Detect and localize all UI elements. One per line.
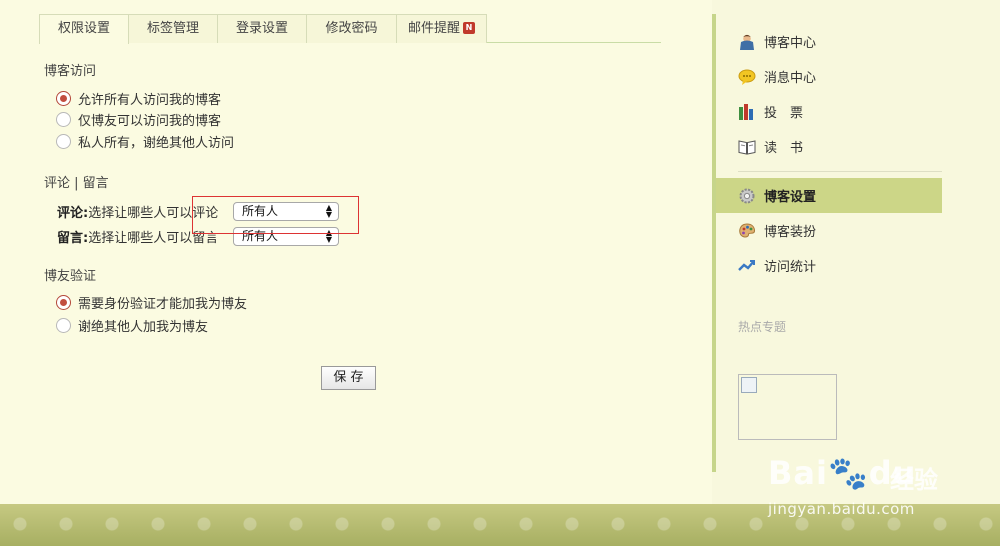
radio-option-allow-all[interactable]: 允许所有人访问我的博客 bbox=[56, 89, 222, 108]
broken-image-icon bbox=[741, 377, 757, 393]
radio-label: 需要身份验证才能加我为博友 bbox=[78, 296, 248, 312]
tab-change-password[interactable]: 修改密码 bbox=[307, 14, 397, 43]
new-badge: N bbox=[463, 21, 475, 34]
watermark-url: jingyan.baidu.com bbox=[768, 500, 915, 518]
person-icon bbox=[738, 33, 756, 51]
palette-icon bbox=[738, 222, 756, 240]
radio-button[interactable] bbox=[56, 90, 71, 106]
tab-label: 标签管理 bbox=[146, 21, 199, 36]
chat-bubble-icon bbox=[738, 68, 756, 86]
radio-option-refuse-friends[interactable]: 谢绝其他人加我为博友 bbox=[56, 316, 209, 335]
section-title-blog-access: 博客访问 bbox=[44, 64, 97, 79]
sidebar-item-label: 博客设置 bbox=[764, 190, 817, 205]
tab-label: 权限设置 bbox=[57, 21, 110, 36]
watermark-cn: 经验 bbox=[890, 466, 938, 494]
sidebar-item-label: 读 书 bbox=[764, 141, 804, 156]
sidebar-item-label: 博客装扮 bbox=[764, 225, 817, 240]
comment-label: 评论: bbox=[57, 205, 89, 221]
sidebar-item-blog-settings[interactable]: 博客设置 bbox=[716, 178, 942, 213]
radio-label: 允许所有人访问我的博客 bbox=[78, 92, 222, 108]
radio-label: 私人所有，谢绝其他人访问 bbox=[78, 135, 235, 151]
radio-label: 谢绝其他人加我为博友 bbox=[78, 319, 209, 335]
radio-button[interactable] bbox=[56, 133, 71, 149]
tab-label: 登录设置 bbox=[235, 21, 288, 36]
sidebar-item-blog-decoration[interactable]: 博客装扮 bbox=[716, 213, 942, 248]
broken-image-placeholder[interactable] bbox=[738, 374, 837, 440]
radio-option-friends-only[interactable]: 仅博友可以访问我的博客 bbox=[56, 110, 222, 129]
sidebar-item-label: 消息中心 bbox=[764, 71, 817, 86]
watermark-brand-part1: Bai bbox=[768, 454, 828, 492]
sidebar-item-label: 投 票 bbox=[764, 106, 804, 121]
sidebar-item-vote[interactable]: 投 票 bbox=[716, 94, 942, 129]
sidebar-item-message-center[interactable]: 消息中心 bbox=[716, 59, 942, 94]
baidu-watermark: Bai🐾du 经验 jingyan.baidu.com bbox=[756, 446, 996, 526]
main-panel: 权限设置 标签管理 登录设置 修改密码 邮件提醒 N 博客访问 允许所有人访问我的… bbox=[0, 0, 712, 504]
tab-permission-settings[interactable]: 权限设置 bbox=[39, 14, 129, 44]
sidebar-item-blog-center[interactable]: 博客中心 bbox=[716, 24, 942, 59]
tab-bar: 权限设置 标签管理 登录设置 修改密码 邮件提醒 N bbox=[39, 14, 661, 44]
tab-mail-reminder[interactable]: 邮件提醒 N bbox=[397, 14, 487, 43]
highlight-box bbox=[192, 196, 359, 234]
radio-button[interactable] bbox=[56, 111, 71, 127]
tab-label: 邮件提醒 bbox=[407, 21, 460, 36]
hot-topics-heading: 热点专题 bbox=[738, 320, 787, 334]
sidebar-item-label: 博客中心 bbox=[764, 36, 817, 51]
tab-label: 修改密码 bbox=[325, 21, 378, 36]
book-icon bbox=[738, 138, 756, 156]
sidebar-item-visit-stats[interactable]: 访问统计 bbox=[716, 248, 942, 283]
radio-label: 仅博友可以访问我的博客 bbox=[78, 113, 222, 129]
stats-icon bbox=[738, 257, 756, 275]
radio-button[interactable] bbox=[56, 317, 71, 333]
section-title-comments: 评论 | 留言 bbox=[44, 176, 109, 191]
gear-icon bbox=[738, 187, 756, 205]
sidebar-item-label: 访问统计 bbox=[764, 260, 817, 275]
bar-chart-icon bbox=[738, 103, 756, 121]
sidebar-item-reading[interactable]: 读 书 bbox=[716, 129, 942, 164]
message-label: 留言: bbox=[57, 230, 89, 246]
save-button[interactable]: 保 存 bbox=[321, 366, 376, 390]
paw-icon: 🐾 bbox=[827, 454, 869, 492]
tab-tag-management[interactable]: 标签管理 bbox=[129, 14, 218, 43]
section-title-friend-verify: 博友验证 bbox=[44, 269, 97, 284]
tab-login-settings[interactable]: 登录设置 bbox=[218, 14, 307, 43]
radio-option-require-verify[interactable]: 需要身份验证才能加我为博友 bbox=[56, 293, 248, 312]
sidebar-separator bbox=[738, 171, 942, 172]
radio-button[interactable] bbox=[56, 294, 71, 310]
radio-option-private[interactable]: 私人所有，谢绝其他人访问 bbox=[56, 132, 235, 151]
